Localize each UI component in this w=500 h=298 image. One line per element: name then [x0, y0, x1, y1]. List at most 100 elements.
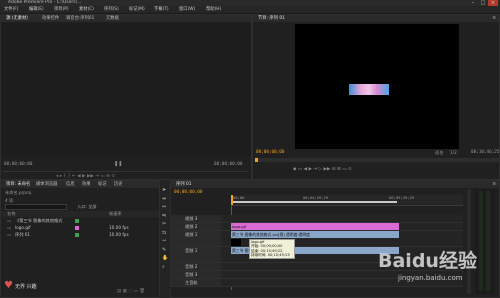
- menu-clip[interactable]: 素材(C): [79, 6, 94, 13]
- project-item-rate: 10.00 fps: [109, 232, 129, 237]
- menu-window[interactable]: 窗口(W): [179, 6, 195, 13]
- track-name: 主音轨: [185, 280, 198, 285]
- ruler-mark: 00;09;59;29: [389, 195, 415, 200]
- project-entry-filter[interactable]: 入口: 全部: [77, 204, 97, 210]
- project-filename: 未命名.prproj: [5, 190, 32, 195]
- tab-markers[interactable]: 标记: [95, 181, 110, 188]
- menu-project[interactable]: 项目(P): [54, 6, 69, 13]
- clip-thumbnail: [231, 239, 241, 246]
- project-item-name: 序列 01: [15, 232, 31, 237]
- project-item-name: 《第三节 图像的其他格式: [15, 218, 63, 223]
- source-playhead-icon[interactable]: ❚❚: [114, 161, 122, 167]
- label-color-swatch: [75, 226, 79, 230]
- track-header: 音频 2: [171, 263, 221, 270]
- track-name: 视频 2: [185, 224, 198, 229]
- panel-menu-icon[interactable]: ≡: [492, 181, 496, 188]
- track-name: 音频 2: [185, 264, 198, 269]
- source-monitor-panel: 源:(无素材) 效果控件 调音台:序列01 元数据 00;00;00;00 00…: [0, 14, 252, 180]
- list-item[interactable]: ▭ logo.gif 10.00 fps: [5, 225, 155, 231]
- track-header: 音频 1: [171, 247, 221, 262]
- watermark-site: Baidu经验: [378, 250, 477, 272]
- project-tabs: 项目: 未命名 媒体浏览器 信息 效果 标记 历史: [1, 181, 159, 188]
- column-name[interactable]: 名称: [7, 211, 15, 217]
- track-video-3[interactable]: 视频 3: [171, 215, 463, 223]
- track-header: 视频 1: [171, 231, 221, 246]
- tab-media-browser[interactable]: 媒体浏览器: [33, 181, 60, 188]
- tab-effect-controls[interactable]: 效果控件: [39, 15, 62, 22]
- source-scrubber[interactable]: [3, 171, 249, 172]
- timeline-clip[interactable]: 第三节 图像的其他格式.avi[视] 透明度:透明度: [231, 231, 399, 238]
- project-search-input[interactable]: [5, 204, 67, 210]
- ruler-mark: 00;04;59;29: [303, 195, 329, 200]
- source-monitor-tabs: 源:(无素材) 效果控件 调音台:序列01 元数据: [1, 15, 251, 22]
- source-viewer: [2, 23, 250, 156]
- tooltip-duration: 持续时间: 00;10;49;23: [251, 253, 290, 258]
- menu-sequence[interactable]: 序列(S): [104, 6, 119, 13]
- program-timecode-current: 00;00;00;00: [256, 150, 285, 155]
- tab-audio-mixer[interactable]: 调音台:序列01: [63, 15, 97, 22]
- menu-title[interactable]: 字幕(T): [154, 6, 169, 13]
- menu-file[interactable]: 文件(F): [4, 6, 18, 13]
- timeline-timecode[interactable]: 00;00;00;00: [174, 190, 202, 195]
- source-timecode-duration: 00;00;00;00: [214, 162, 243, 167]
- track-video-1[interactable]: 视频 1 第三节 图像的其他格式.avi[视] 透明度:透明度: [171, 231, 463, 247]
- program-playhead[interactable]: [255, 158, 258, 162]
- ruler-mark: 00;00: [233, 195, 245, 200]
- zoom-select[interactable]: 适合: [435, 150, 443, 156]
- program-monitor-tabs: 节目: 序列 01 ≡: [253, 15, 499, 22]
- track-name: 视频 1: [185, 232, 198, 237]
- source-timecode-in: 00;00;00;00: [4, 162, 33, 167]
- menu-help[interactable]: 帮助(H): [206, 6, 221, 13]
- project-bottom-icons[interactable]: ▤ ▦ ◌ ▭ 🗑: [117, 289, 145, 294]
- track-header: 视频 3: [171, 215, 221, 222]
- column-frame-rate[interactable]: 帧速率: [109, 211, 122, 217]
- quality-select[interactable]: 1/2: [450, 150, 457, 155]
- program-transport-icons[interactable]: ◆ ▭ ◀ ▶ ⇥ ▷ ▶▶ ⊟ ⊞ ▭ ⊙: [293, 167, 352, 172]
- tab-program[interactable]: 节目: 序列 01: [255, 15, 288, 22]
- baidu-watermark: Baidu经验 jingyan.baidu.com: [372, 250, 492, 290]
- program-scrubber[interactable]: [255, 158, 499, 162]
- tab-info[interactable]: 信息: [63, 181, 78, 188]
- tab-effects[interactable]: 效果: [79, 181, 94, 188]
- timeline-tabs: 序列 01 ≡: [171, 181, 499, 188]
- timeline-ruler[interactable]: 00;00 00;04;59;29 00;09;59;29: [231, 195, 463, 206]
- timeline-playhead[interactable]: [231, 195, 233, 205]
- menu-marker[interactable]: 标记(M): [129, 6, 145, 13]
- image-clip-icon: ▭: [7, 225, 11, 230]
- program-timecode-duration: 00;10;46;25: [471, 150, 500, 155]
- track-name: 音频 3: [185, 272, 198, 277]
- menu-edit[interactable]: 编辑(E): [29, 6, 44, 13]
- tab-metadata[interactable]: 元数据: [103, 15, 122, 22]
- work-area-bar[interactable]: [231, 201, 397, 203]
- logo-frame-image: [349, 84, 389, 95]
- video-clip-icon: ▭: [7, 218, 11, 223]
- track-header: 音频 3: [171, 271, 221, 278]
- tab-history[interactable]: 历史: [111, 181, 126, 188]
- tab-sequence[interactable]: 序列 01: [173, 181, 194, 188]
- heart-logo-icon: ♥: [4, 280, 13, 291]
- project-item-name: logo.gif: [15, 225, 31, 230]
- track-header: 主音轨: [171, 279, 221, 286]
- track-name: 视频 3: [185, 216, 198, 221]
- project-column-header: 名称 帧速率: [1, 211, 159, 217]
- timeline-clip[interactable]: logo.gif: [231, 223, 399, 230]
- tab-source[interactable]: 源:(无素材): [3, 15, 31, 22]
- clip-tooltip: logo.gif 开始: 00;00;00;00 结束: 00;10;49;22…: [249, 239, 295, 259]
- track-video-2[interactable]: 视频 2 logo.gif: [171, 223, 463, 231]
- project-item-rate: 10.00 fps: [109, 225, 129, 230]
- badge-text: 无界 兴趣: [15, 284, 37, 290]
- tool-icons[interactable]: ➤ ⇹ ↔ ⇋ ✂ ⇆ ⇿ ✎ ✋ ⌕: [162, 186, 168, 271]
- sequence-icon: ▭: [7, 232, 11, 237]
- list-item[interactable]: ▭ 序列 01 10.00 fps: [5, 232, 155, 238]
- track-name: 音频 1: [185, 248, 198, 253]
- watermark-url: jingyan.baidu.com: [398, 274, 463, 282]
- list-item[interactable]: ▭ 《第三节 图像的其他格式: [5, 218, 155, 224]
- tab-project[interactable]: 项目: 未命名: [3, 181, 33, 188]
- label-color-swatch: [75, 219, 79, 223]
- program-viewer: [295, 24, 459, 149]
- jingyan-badge: ♥ 无界 兴趣: [2, 280, 42, 294]
- menu-bar: 文件(F) 编辑(E) 项目(P) 素材(C) 序列(S) 标记(M) 字幕(T…: [0, 6, 500, 13]
- program-monitor-panel: 节目: 序列 01 ≡ 00;00;00;00 适合 1/2 00;10;46;…: [252, 14, 500, 180]
- source-transport-icons[interactable]: ◂ ▸ { } ⇤ ◀ ▶ ▶▶ ⇥ ▭ ⊕ ⊙: [56, 174, 115, 179]
- panel-menu-icon[interactable]: ≡: [492, 15, 496, 22]
